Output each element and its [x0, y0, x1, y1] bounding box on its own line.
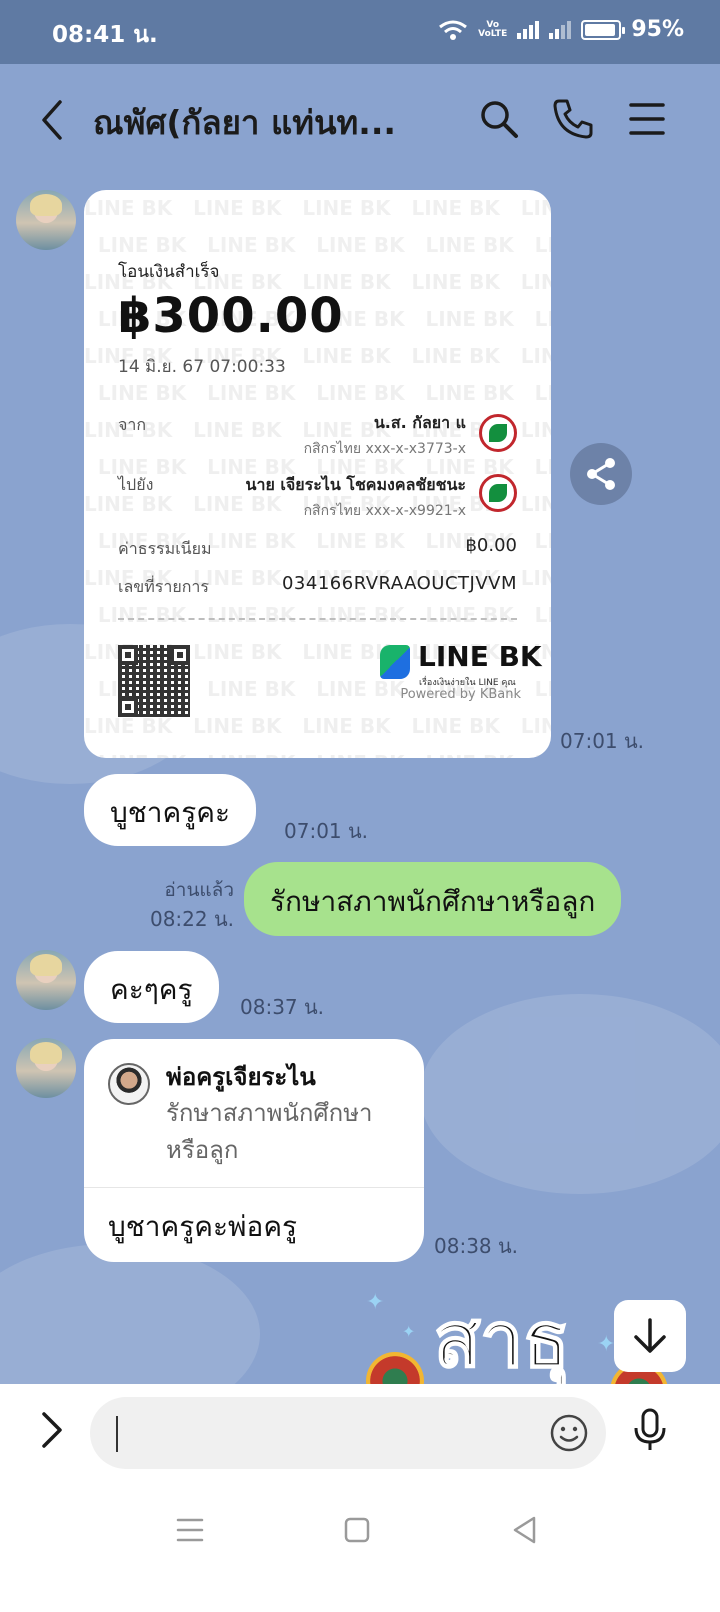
qr-code-icon — [118, 645, 190, 717]
message-time: 07:01 น. — [560, 729, 645, 753]
receipt-ref-value: 034166RVRAAOUCTJVVM — [281, 573, 517, 594]
status-icons: Vo VoLTE 95% — [438, 17, 684, 42]
status-bar: 08:41 น. Vo VoLTE 95% — [0, 0, 720, 64]
chat-title[interactable]: ณพัศ(กัลยา แท่นท... — [93, 96, 396, 149]
quote-divider — [84, 1187, 424, 1188]
search-icon[interactable] — [476, 96, 522, 142]
message-input[interactable] — [90, 1397, 606, 1469]
reply-message-bubble[interactable]: พ่อครูเจียระไน รักษาสภาพนักศึกษาหรือลูก … — [84, 1039, 424, 1262]
receipt-to-label: ไปยัง — [118, 475, 154, 494]
signal-icon-1 — [517, 20, 540, 39]
avatar[interactable] — [16, 950, 76, 1010]
status-time: 08:41 น. — [52, 22, 158, 48]
message-bubble[interactable]: คะๆครู — [84, 951, 219, 1023]
receipt-fee-label: ค่าธรรมเนียม — [118, 539, 212, 558]
receipt-to-name: นาย เจียระไน โชคมงคลชัยชนะ — [245, 475, 466, 494]
message-text: บูชาครูคะพ่อครู — [108, 1210, 298, 1243]
sent-message-bubble[interactable]: รักษาสภาพนักศึกษาหรือลูก — [244, 862, 622, 936]
message-input-bar — [0, 1384, 720, 1474]
message-time: 08:37 น. — [240, 995, 325, 1019]
phone-icon[interactable] — [550, 96, 596, 142]
transfer-receipt-image[interactable]: LINE BK LINE BK LINE BK LINE BK LINE BK … — [84, 190, 551, 758]
text-caret — [116, 1416, 118, 1452]
menu-icon[interactable] — [624, 96, 670, 142]
battery-percent: 95% — [631, 17, 684, 42]
home-icon[interactable] — [337, 1510, 377, 1550]
receipt-ref-label: เลขที่รายการ — [118, 577, 209, 596]
recent-apps-icon[interactable] — [170, 1510, 210, 1550]
line-bk-logo-icon — [380, 645, 410, 679]
receipt-from-name: น.ส. กัลยา แ — [373, 413, 466, 432]
read-receipt: อ่านแล้ว — [164, 879, 234, 901]
avatar[interactable] — [16, 190, 76, 250]
powered-by-text: Powered by KBank — [400, 687, 521, 702]
message-time: 08:38 น. — [434, 1234, 519, 1258]
receipt-fee-value: ฿0.00 — [465, 535, 517, 556]
avatar[interactable] — [16, 1038, 76, 1098]
share-button[interactable] — [570, 443, 632, 505]
quoted-message-text[interactable]: รักษาสภาพนักศึกษาหรือลูก — [166, 1095, 406, 1169]
receipt-to-account: กสิกรไทย xxx-x-x9921-x — [303, 503, 466, 519]
sparkle-icon: ✦ — [366, 1290, 385, 1315]
message-text: คะๆครู — [110, 973, 193, 1006]
chevron-right-icon[interactable] — [34, 1408, 70, 1452]
kbank-logo-icon — [479, 414, 517, 452]
quoted-user-avatar — [108, 1063, 150, 1105]
system-navigation-bar — [0, 1474, 720, 1612]
volte-icon: Vo VoLTE — [478, 19, 508, 39]
receipt-amount: ฿300.00 — [118, 288, 344, 344]
back-nav-icon[interactable] — [505, 1510, 545, 1550]
receipt-datetime: 14 มิ.ย. 67 07:00:33 — [118, 357, 286, 377]
scroll-to-bottom-button[interactable] — [614, 1300, 686, 1372]
kbank-logo-icon — [479, 474, 517, 512]
receipt-divider — [118, 618, 517, 620]
chevron-left-icon[interactable] — [34, 96, 70, 144]
quoted-user-name: พ่อครูเจียระไน — [166, 1063, 316, 1091]
battery-icon — [581, 19, 626, 40]
sparkle-icon: ✦ — [597, 1332, 616, 1357]
message-text: บูชาครูคะ — [110, 796, 231, 829]
share-icon — [587, 458, 615, 490]
wifi-icon — [439, 20, 468, 40]
arrow-down-icon — [634, 1318, 666, 1353]
receipt-from-account: กสิกรไทย xxx-x-x3773-x — [303, 441, 466, 457]
message-text: รักษาสภาพนักศึกษาหรือลูก — [270, 885, 596, 918]
message-time: 07:01 น. — [284, 819, 369, 843]
emoji-icon[interactable] — [548, 1412, 590, 1454]
message-time: 08:22 น. — [149, 907, 234, 931]
line-bk-brand: LINE BK — [418, 640, 542, 673]
receipt-title: โอนเงินสำเร็จ — [118, 262, 220, 282]
microphone-icon[interactable] — [630, 1406, 670, 1454]
receipt-from-label: จาก — [118, 415, 147, 434]
sparkle-icon: ✦ — [402, 1322, 416, 1341]
message-bubble[interactable]: บูชาครูคะ — [84, 774, 257, 846]
signal-icon-2 — [549, 20, 572, 39]
